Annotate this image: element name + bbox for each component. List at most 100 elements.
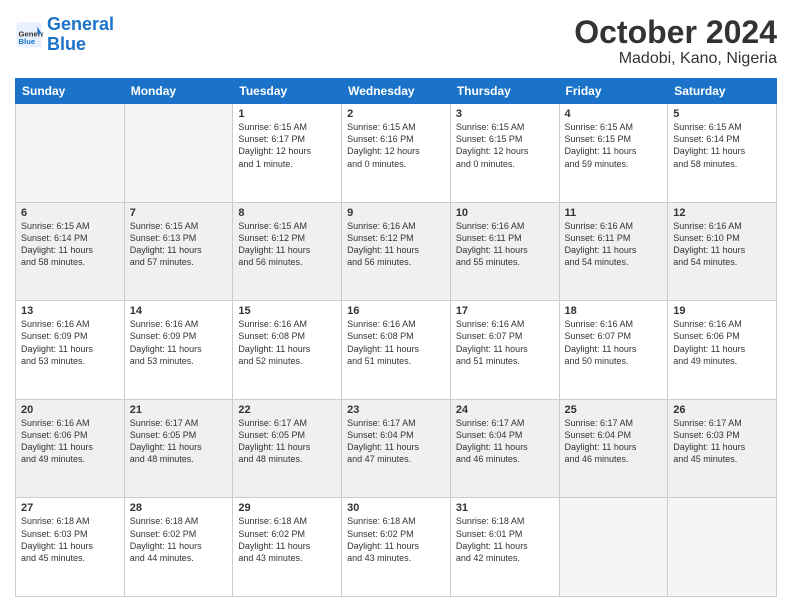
- col-saturday: Saturday: [668, 79, 777, 104]
- col-tuesday: Tuesday: [233, 79, 342, 104]
- month-title: October 2024: [574, 15, 777, 50]
- table-row: 5Sunrise: 6:15 AM Sunset: 6:14 PM Daylig…: [668, 104, 777, 203]
- day-number: 28: [130, 502, 228, 514]
- day-info: Sunrise: 6:17 AM Sunset: 6:04 PM Dayligh…: [456, 417, 554, 466]
- day-number: 27: [21, 502, 119, 514]
- day-number: 15: [238, 305, 336, 317]
- day-info: Sunrise: 6:16 AM Sunset: 6:12 PM Dayligh…: [347, 220, 445, 269]
- col-sunday: Sunday: [16, 79, 125, 104]
- day-info: Sunrise: 6:15 AM Sunset: 6:15 PM Dayligh…: [565, 121, 663, 170]
- table-row: [124, 104, 233, 203]
- day-number: 23: [347, 404, 445, 416]
- col-thursday: Thursday: [450, 79, 559, 104]
- table-row: 22Sunrise: 6:17 AM Sunset: 6:05 PM Dayli…: [233, 399, 342, 498]
- logo: General Blue GeneralBlue: [15, 15, 114, 55]
- day-number: 9: [347, 207, 445, 219]
- table-row: 21Sunrise: 6:17 AM Sunset: 6:05 PM Dayli…: [124, 399, 233, 498]
- header: General Blue GeneralBlue October 2024 Ma…: [15, 15, 777, 68]
- calendar-table: Sunday Monday Tuesday Wednesday Thursday…: [15, 78, 777, 597]
- day-info: Sunrise: 6:16 AM Sunset: 6:08 PM Dayligh…: [347, 318, 445, 367]
- day-number: 30: [347, 502, 445, 514]
- day-info: Sunrise: 6:15 AM Sunset: 6:17 PM Dayligh…: [238, 121, 336, 170]
- table-row: 24Sunrise: 6:17 AM Sunset: 6:04 PM Dayli…: [450, 399, 559, 498]
- svg-text:Blue: Blue: [19, 37, 36, 46]
- day-info: Sunrise: 6:17 AM Sunset: 6:05 PM Dayligh…: [238, 417, 336, 466]
- table-row: 19Sunrise: 6:16 AM Sunset: 6:06 PM Dayli…: [668, 301, 777, 400]
- day-number: 6: [21, 207, 119, 219]
- day-info: Sunrise: 6:16 AM Sunset: 6:10 PM Dayligh…: [673, 220, 771, 269]
- day-info: Sunrise: 6:16 AM Sunset: 6:11 PM Dayligh…: [565, 220, 663, 269]
- day-number: 19: [673, 305, 771, 317]
- table-row: 28Sunrise: 6:18 AM Sunset: 6:02 PM Dayli…: [124, 498, 233, 597]
- table-row: 6Sunrise: 6:15 AM Sunset: 6:14 PM Daylig…: [16, 202, 125, 301]
- day-number: 17: [456, 305, 554, 317]
- day-number: 7: [130, 207, 228, 219]
- table-row: 12Sunrise: 6:16 AM Sunset: 6:10 PM Dayli…: [668, 202, 777, 301]
- day-info: Sunrise: 6:18 AM Sunset: 6:03 PM Dayligh…: [21, 515, 119, 564]
- table-row: 27Sunrise: 6:18 AM Sunset: 6:03 PM Dayli…: [16, 498, 125, 597]
- table-row: 16Sunrise: 6:16 AM Sunset: 6:08 PM Dayli…: [342, 301, 451, 400]
- table-row: 26Sunrise: 6:17 AM Sunset: 6:03 PM Dayli…: [668, 399, 777, 498]
- day-number: 11: [565, 207, 663, 219]
- day-info: Sunrise: 6:18 AM Sunset: 6:02 PM Dayligh…: [347, 515, 445, 564]
- table-row: 2Sunrise: 6:15 AM Sunset: 6:16 PM Daylig…: [342, 104, 451, 203]
- table-row: [16, 104, 125, 203]
- day-info: Sunrise: 6:17 AM Sunset: 6:03 PM Dayligh…: [673, 417, 771, 466]
- table-row: 8Sunrise: 6:15 AM Sunset: 6:12 PM Daylig…: [233, 202, 342, 301]
- table-row: 25Sunrise: 6:17 AM Sunset: 6:04 PM Dayli…: [559, 399, 668, 498]
- day-number: 16: [347, 305, 445, 317]
- day-info: Sunrise: 6:15 AM Sunset: 6:14 PM Dayligh…: [21, 220, 119, 269]
- day-number: 13: [21, 305, 119, 317]
- day-number: 29: [238, 502, 336, 514]
- col-wednesday: Wednesday: [342, 79, 451, 104]
- day-info: Sunrise: 6:18 AM Sunset: 6:02 PM Dayligh…: [238, 515, 336, 564]
- day-info: Sunrise: 6:16 AM Sunset: 6:09 PM Dayligh…: [130, 318, 228, 367]
- table-row: 11Sunrise: 6:16 AM Sunset: 6:11 PM Dayli…: [559, 202, 668, 301]
- day-info: Sunrise: 6:18 AM Sunset: 6:02 PM Dayligh…: [130, 515, 228, 564]
- day-number: 24: [456, 404, 554, 416]
- day-info: Sunrise: 6:15 AM Sunset: 6:16 PM Dayligh…: [347, 121, 445, 170]
- day-number: 1: [238, 108, 336, 120]
- day-number: 25: [565, 404, 663, 416]
- table-row: 23Sunrise: 6:17 AM Sunset: 6:04 PM Dayli…: [342, 399, 451, 498]
- col-friday: Friday: [559, 79, 668, 104]
- day-number: 18: [565, 305, 663, 317]
- day-number: 22: [238, 404, 336, 416]
- logo-icon: General Blue: [15, 21, 43, 49]
- day-info: Sunrise: 6:17 AM Sunset: 6:04 PM Dayligh…: [347, 417, 445, 466]
- table-row: 9Sunrise: 6:16 AM Sunset: 6:12 PM Daylig…: [342, 202, 451, 301]
- table-row: 1Sunrise: 6:15 AM Sunset: 6:17 PM Daylig…: [233, 104, 342, 203]
- day-info: Sunrise: 6:17 AM Sunset: 6:04 PM Dayligh…: [565, 417, 663, 466]
- logo-text: GeneralBlue: [47, 15, 114, 55]
- calendar-week-row: 27Sunrise: 6:18 AM Sunset: 6:03 PM Dayli…: [16, 498, 777, 597]
- table-row: 13Sunrise: 6:16 AM Sunset: 6:09 PM Dayli…: [16, 301, 125, 400]
- day-info: Sunrise: 6:15 AM Sunset: 6:14 PM Dayligh…: [673, 121, 771, 170]
- location-title: Madobi, Kano, Nigeria: [574, 50, 777, 68]
- table-row: 29Sunrise: 6:18 AM Sunset: 6:02 PM Dayli…: [233, 498, 342, 597]
- table-row: 30Sunrise: 6:18 AM Sunset: 6:02 PM Dayli…: [342, 498, 451, 597]
- day-number: 14: [130, 305, 228, 317]
- table-row: 15Sunrise: 6:16 AM Sunset: 6:08 PM Dayli…: [233, 301, 342, 400]
- day-number: 5: [673, 108, 771, 120]
- table-row: 17Sunrise: 6:16 AM Sunset: 6:07 PM Dayli…: [450, 301, 559, 400]
- table-row: 14Sunrise: 6:16 AM Sunset: 6:09 PM Dayli…: [124, 301, 233, 400]
- day-info: Sunrise: 6:15 AM Sunset: 6:12 PM Dayligh…: [238, 220, 336, 269]
- day-number: 20: [21, 404, 119, 416]
- col-monday: Monday: [124, 79, 233, 104]
- day-info: Sunrise: 6:16 AM Sunset: 6:09 PM Dayligh…: [21, 318, 119, 367]
- calendar-week-row: 6Sunrise: 6:15 AM Sunset: 6:14 PM Daylig…: [16, 202, 777, 301]
- table-row: 7Sunrise: 6:15 AM Sunset: 6:13 PM Daylig…: [124, 202, 233, 301]
- day-number: 4: [565, 108, 663, 120]
- day-number: 26: [673, 404, 771, 416]
- title-block: October 2024 Madobi, Kano, Nigeria: [574, 15, 777, 68]
- day-info: Sunrise: 6:16 AM Sunset: 6:08 PM Dayligh…: [238, 318, 336, 367]
- day-info: Sunrise: 6:15 AM Sunset: 6:13 PM Dayligh…: [130, 220, 228, 269]
- day-info: Sunrise: 6:16 AM Sunset: 6:11 PM Dayligh…: [456, 220, 554, 269]
- table-row: [668, 498, 777, 597]
- calendar-week-row: 20Sunrise: 6:16 AM Sunset: 6:06 PM Dayli…: [16, 399, 777, 498]
- day-info: Sunrise: 6:18 AM Sunset: 6:01 PM Dayligh…: [456, 515, 554, 564]
- table-row: [559, 498, 668, 597]
- day-number: 21: [130, 404, 228, 416]
- calendar-header-row: Sunday Monday Tuesday Wednesday Thursday…: [16, 79, 777, 104]
- calendar-week-row: 13Sunrise: 6:16 AM Sunset: 6:09 PM Dayli…: [16, 301, 777, 400]
